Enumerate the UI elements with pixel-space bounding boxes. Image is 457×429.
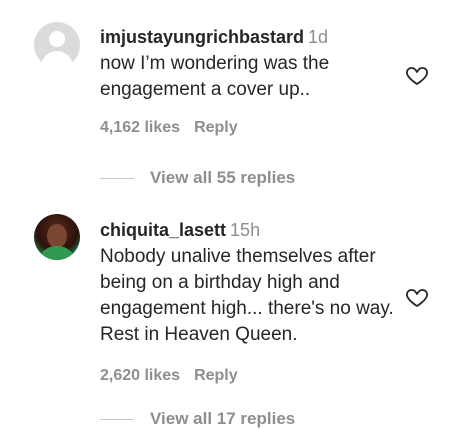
avatar[interactable] [34, 22, 80, 68]
replies-divider [100, 178, 134, 180]
likes-count[interactable]: 2,620 likes [100, 367, 180, 384]
comment-meta: 4,162 likes Reply [100, 118, 238, 138]
view-replies-label: View all 55 replies [150, 168, 296, 187]
default-avatar-head [49, 31, 65, 47]
avatar-face [47, 224, 67, 248]
comment-header: imjustayungrichbastard 1d [100, 26, 328, 48]
comment-text: now I’m wondering was the engagement a c… [100, 53, 330, 100]
username[interactable]: chiquita_lasett [100, 220, 226, 240]
avatar-clothing [38, 246, 76, 260]
likes-count[interactable]: 4,162 likes [100, 119, 180, 136]
like-heart-icon[interactable] [405, 285, 429, 309]
comment-time: 15h [230, 220, 261, 240]
comment-meta: 2,620 likes Reply [100, 366, 238, 386]
reply-button[interactable]: Reply [194, 367, 238, 384]
default-avatar-body [41, 51, 73, 68]
comment-text: Nobody unalive themselves after being on… [100, 246, 394, 345]
comment-header: chiquita_lasett 15h [100, 219, 260, 241]
view-replies-label: View all 17 replies [150, 409, 296, 428]
reply-button[interactable]: Reply [194, 119, 238, 136]
view-replies-link[interactable]: View all 55 replies [100, 168, 295, 188]
replies-divider [100, 419, 134, 421]
view-replies-link[interactable]: View all 17 replies [100, 409, 295, 429]
username[interactable]: imjustayungrichbastard [100, 27, 304, 47]
avatar[interactable] [34, 214, 80, 260]
like-heart-icon[interactable] [405, 63, 429, 87]
comment-time: 1d [308, 27, 329, 47]
